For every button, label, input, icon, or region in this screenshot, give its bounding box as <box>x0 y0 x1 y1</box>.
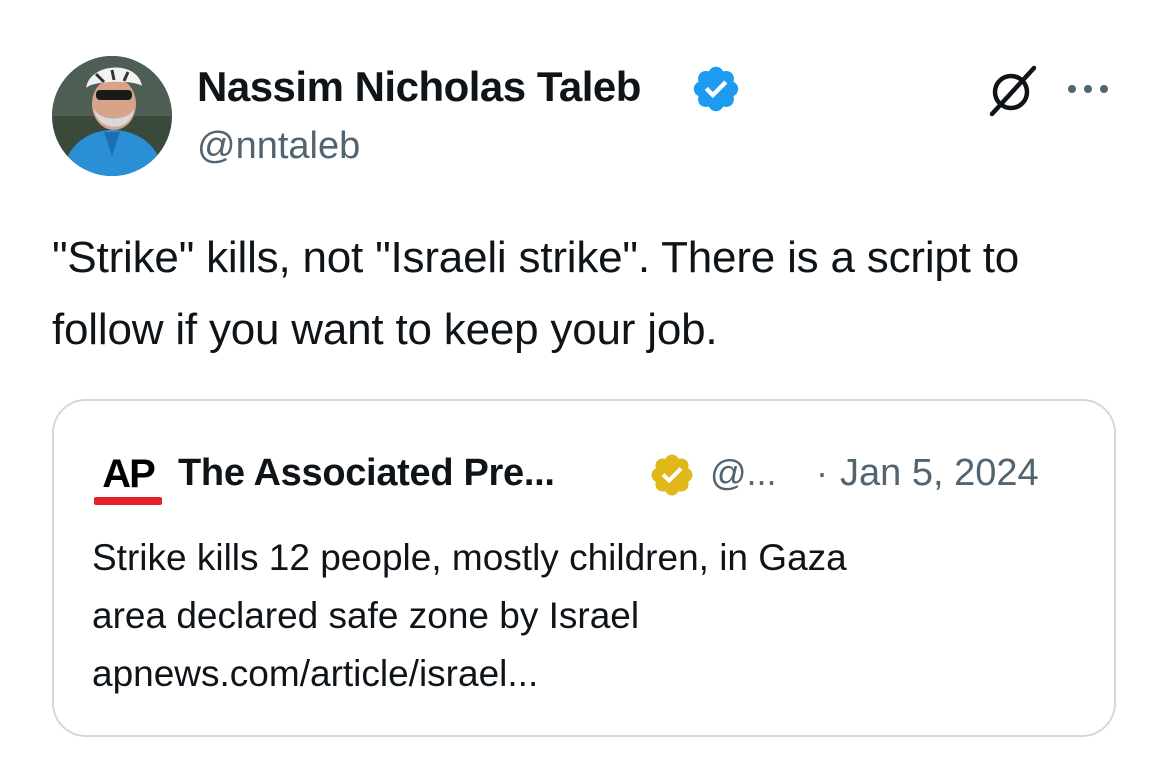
quoted-link-text[interactable]: apnews.com/article/israel... <box>92 645 1082 703</box>
ap-logo-text: AP <box>102 452 155 496</box>
grok-icon[interactable] <box>984 62 1040 118</box>
ap-logo-avatar[interactable]: AP <box>92 445 164 511</box>
quoted-tweet-text: Strike kills 12 people, mostly children,… <box>92 529 1082 703</box>
separator-dot: · <box>816 452 828 493</box>
tweet-text: "Strike" kills, not "Israeli strike". Th… <box>52 233 1020 354</box>
quoted-author-handle[interactable]: @... <box>710 449 777 497</box>
more-horizontal-icon[interactable] <box>1062 74 1114 104</box>
quoted-author-name[interactable]: The Associated Pre... <box>178 449 555 497</box>
quoted-tweet-date[interactable]: Jan 5, 2024 <box>840 449 1039 497</box>
quoted-tweet-card[interactable]: AP The Associated Pre... @... · Jan 5, 2… <box>52 399 1116 737</box>
blue-check-icon[interactable] <box>690 63 742 115</box>
quoted-text-line: Strike kills 12 people, mostly children,… <box>92 537 847 578</box>
author-avatar[interactable] <box>52 56 172 176</box>
gold-check-icon[interactable] <box>648 451 696 499</box>
author-handle[interactable]: @nntaleb <box>197 122 360 170</box>
author-display-name[interactable]: Nassim Nicholas Taleb <box>197 62 641 112</box>
quoted-text-line: area declared safe zone by Israel <box>92 595 640 636</box>
avatar-image <box>52 56 172 176</box>
